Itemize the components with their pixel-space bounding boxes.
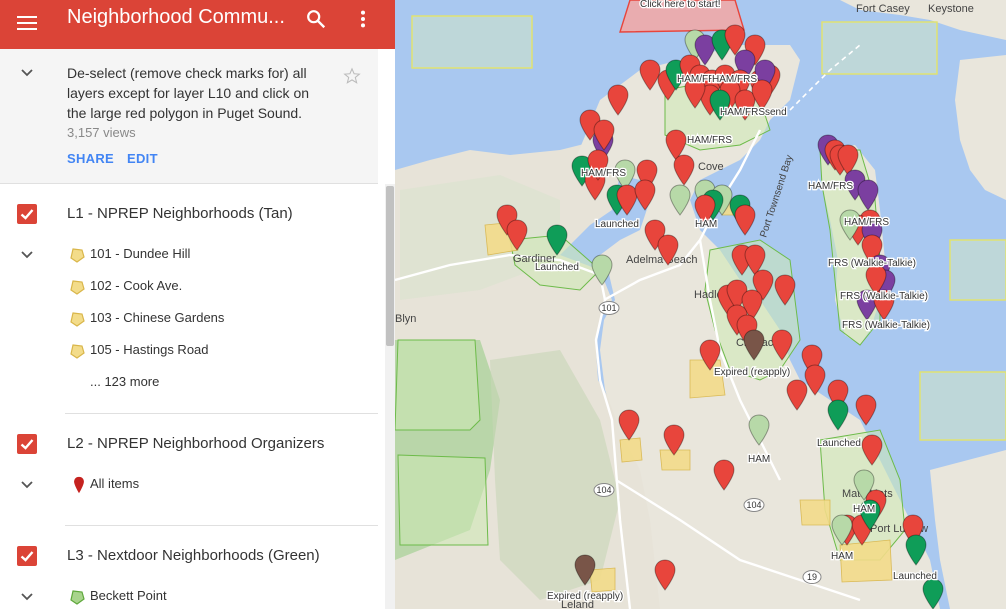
svg-text:104: 104 [746,500,761,510]
marker-label: Click here to start! [640,0,721,10]
place-label: Fort Casey [856,3,910,15]
marker-label: Expired (reapply) [714,367,790,378]
layer-title-l2[interactable]: L2 - NPREP Neighborhood Organizers [67,435,324,452]
red-pin-icon [74,476,84,494]
chevron-down-icon[interactable] [20,478,34,492]
marker-label: HAM [695,219,717,230]
scrollbar-thumb[interactable] [386,186,394,346]
marker-label: Launched [817,438,861,449]
search-icon[interactable] [305,8,327,30]
polygon-green-icon [70,590,85,605]
place-label: Blyn [395,313,416,325]
side-panel: Neighborhood Commu... De-select (remove … [0,0,395,609]
hamburger-menu-icon[interactable] [17,13,37,35]
route-shield-101: 101 [598,301,620,315]
marker-label: HAM [748,454,770,465]
marker-label: HAM/FRSsend [720,107,787,118]
marker-label: FRS (Walkie-Talkie) [842,320,930,331]
marker-label: Launched [595,219,639,230]
edit-button[interactable]: EDIT [127,151,158,166]
route-shield-104-east: 104 [743,498,765,512]
marker-label: HAM [853,504,875,515]
route-shield-19: 19 [802,570,822,584]
polygon-tan-icon [70,312,85,327]
layer-item[interactable]: 103 - Chinese Gardens [90,310,224,325]
svg-text:101: 101 [601,303,616,313]
layer-item[interactable]: 105 - Hastings Road [90,342,209,357]
layer-item[interactable]: 101 - Dundee Hill [90,246,190,261]
marker-label: Launched [893,571,937,582]
layer-item[interactable]: All items [90,476,139,491]
layer-checkbox-l1[interactable] [17,204,37,224]
marker-label: HAM/FRS [712,74,757,85]
place-label: Cove [698,161,724,173]
chevron-down-icon[interactable] [20,66,34,80]
app-header: Neighborhood Commu... [0,0,395,49]
marker-label: Expired (reapply) [547,591,623,602]
route-shield-104: 104 [593,483,615,497]
marker-label: HAM/FRS [844,217,889,228]
svg-text:104: 104 [596,485,611,495]
layer-item[interactable]: Beckett Point [90,588,167,603]
map-description-card: De-select (remove check marks for) all l… [0,49,378,184]
marker-label: HAM [831,551,853,562]
polygon-tan-icon [70,344,85,359]
marker-label: HAM/FRS [808,181,853,192]
view-count: 3,157 views [67,125,136,140]
map-canvas[interactable]: 101 104 104 19 Fort Casey Keystone Port … [395,0,1006,609]
place-label: Keystone [928,3,974,15]
polygon-tan-icon [70,280,85,295]
star-icon[interactable] [343,67,361,85]
layer-title-l3[interactable]: L3 - Nextdoor Neighborhoods (Green) [67,547,320,564]
layer-title-l1[interactable]: L1 - NPREP Neighborhoods (Tan) [67,205,293,222]
layer-checkbox-l3[interactable] [17,546,37,566]
chevron-down-icon[interactable] [20,590,34,604]
marker-label: FRS (Walkie-Talkie) [840,291,928,302]
map-description: De-select (remove check marks for) all l… [67,65,310,121]
share-button[interactable]: SHARE [67,151,114,166]
map-title: Neighborhood Commu... [67,6,285,28]
divider [65,525,378,526]
polygon-tan-icon [70,248,85,263]
svg-text:19: 19 [807,572,817,582]
marker-label: HAM/FRS [687,135,732,146]
layer-item[interactable]: 102 - Cook Ave. [90,278,182,293]
divider [65,413,378,414]
marker-label: HAM/FRS [581,168,626,179]
marker-label: Launched [535,262,579,273]
layer-checkbox-l2[interactable] [17,434,37,454]
marker-label: FRS (Walkie-Talkie) [828,258,916,269]
chevron-down-icon[interactable] [20,248,34,262]
more-vert-icon[interactable] [356,8,370,30]
more-items-link[interactable]: ... 123 more [90,374,159,389]
